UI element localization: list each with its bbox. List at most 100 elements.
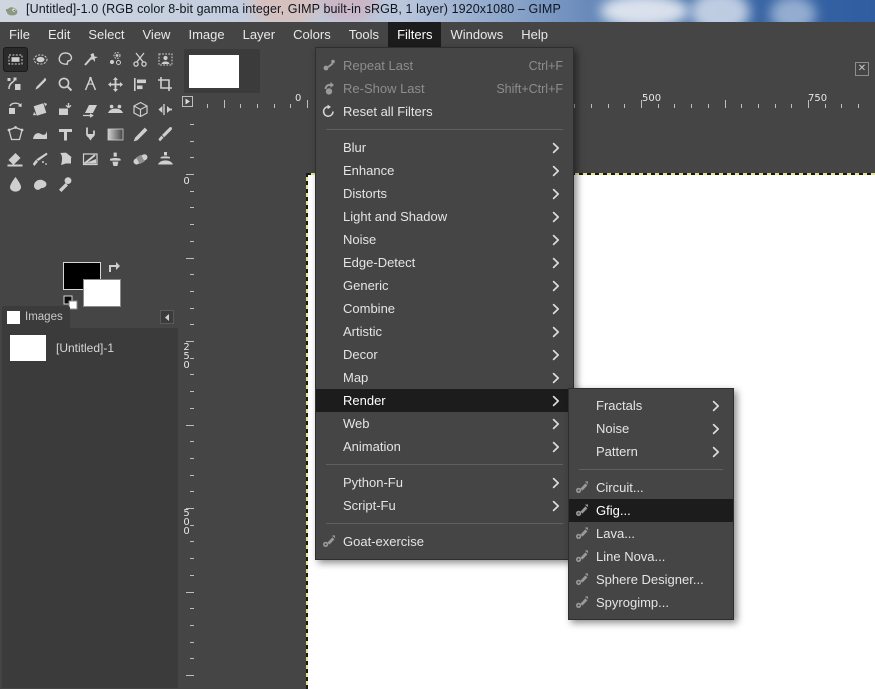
fuzzy-select-tool[interactable] bbox=[78, 47, 103, 72]
menu-item-goat-exercise[interactable]: Goat-exercise bbox=[316, 530, 573, 553]
menu-item-map[interactable]: Map bbox=[316, 366, 573, 389]
image-thumbnail-tab[interactable] bbox=[184, 49, 260, 93]
ink-tool[interactable] bbox=[53, 147, 78, 172]
filter-plugin-icon bbox=[316, 534, 343, 549]
color-picker-tool[interactable] bbox=[28, 72, 53, 97]
perspective-tool[interactable] bbox=[103, 97, 128, 122]
dodge-burn-tool[interactable] bbox=[53, 172, 78, 197]
flip-tool[interactable] bbox=[153, 97, 178, 122]
menu-separator bbox=[579, 469, 723, 470]
clone-tool[interactable] bbox=[103, 147, 128, 172]
menu-item-light-and-shadow[interactable]: Light and Shadow bbox=[316, 205, 573, 228]
scissors-select-tool[interactable] bbox=[128, 47, 153, 72]
menu-item-noise[interactable]: Noise bbox=[569, 417, 733, 440]
menubar-item-help[interactable]: Help bbox=[512, 22, 557, 47]
menubar-item-filters[interactable]: Filters bbox=[388, 22, 442, 47]
bucket-fill-tool[interactable] bbox=[78, 122, 103, 147]
menu-item-reset-all-filters[interactable]: Reset all Filters bbox=[316, 100, 573, 123]
menu-item-web[interactable]: Web bbox=[316, 412, 573, 435]
menu-item-distorts[interactable]: Distorts bbox=[316, 182, 573, 205]
measure-tool[interactable] bbox=[78, 72, 103, 97]
menu-separator bbox=[326, 523, 563, 524]
filters-menu[interactable]: Repeat Last Ctrl+F Re-Show Last Shift+Ctrl+… bbox=[315, 47, 574, 560]
menubar-item-view[interactable]: View bbox=[134, 22, 180, 47]
ruler-label: 750 bbox=[808, 94, 828, 104]
menu-item-circuit[interactable]: Circuit... bbox=[569, 476, 733, 499]
menu-item-gfig[interactable]: Gfig... bbox=[569, 499, 733, 522]
menu-item-python-fu[interactable]: Python-Fu bbox=[316, 471, 573, 494]
render-submenu[interactable]: Fractals Noise Pattern Circuit... Gfig... Lav… bbox=[568, 388, 734, 620]
menubar-item-tools[interactable]: Tools bbox=[340, 22, 388, 47]
menu-item-label: Enhance bbox=[343, 163, 395, 178]
perspective-clone-tool[interactable] bbox=[153, 147, 178, 172]
menu-item-noise[interactable]: Noise bbox=[316, 228, 573, 251]
menubar-item-file[interactable]: File bbox=[0, 22, 39, 47]
handle-transform-tool[interactable] bbox=[53, 97, 78, 122]
warp-transform-tool[interactable] bbox=[28, 122, 53, 147]
mypaint-brush-tool[interactable] bbox=[78, 147, 103, 172]
menu-item-label: Lava... bbox=[596, 526, 636, 541]
menu-item-artistic[interactable]: Artistic bbox=[316, 320, 573, 343]
menu-item-decor[interactable]: Decor bbox=[316, 343, 573, 366]
pencil-tool[interactable] bbox=[128, 122, 153, 147]
move-tool[interactable] bbox=[103, 72, 128, 97]
toolbox-row bbox=[0, 172, 180, 197]
vertical-ruler[interactable]: 0 250 500 bbox=[180, 108, 194, 689]
menu-item-lava[interactable]: Lava... bbox=[569, 522, 733, 545]
crop-tool[interactable] bbox=[153, 72, 178, 97]
gradient-tool[interactable] bbox=[103, 122, 128, 147]
unified-transform-tool[interactable] bbox=[28, 97, 53, 122]
heal-tool[interactable] bbox=[128, 147, 153, 172]
toolbox-row bbox=[0, 147, 180, 172]
menu-item-label: Noise bbox=[596, 421, 630, 436]
menu-item-edge-detect[interactable]: Edge-Detect bbox=[316, 251, 573, 274]
rotate-tool[interactable] bbox=[3, 97, 28, 122]
menu-item-blur[interactable]: Blur bbox=[316, 136, 573, 159]
free-select-tool[interactable] bbox=[53, 47, 78, 72]
paths-tool[interactable] bbox=[3, 72, 28, 97]
eraser-tool[interactable] bbox=[3, 147, 28, 172]
ruler-origin-icon[interactable] bbox=[180, 94, 194, 108]
menu-item-pattern[interactable]: Pattern bbox=[569, 440, 733, 463]
menu-item-sphere-designer[interactable]: Sphere Designer... bbox=[569, 568, 733, 591]
cage-transform-tool[interactable] bbox=[3, 122, 28, 147]
tab-images[interactable]: Images bbox=[2, 306, 70, 328]
menubar-item-image[interactable]: Image bbox=[179, 22, 233, 47]
airbrush-tool[interactable] bbox=[28, 147, 53, 172]
list-item[interactable]: [Untitled]-1 bbox=[2, 334, 178, 362]
smudge-tool[interactable] bbox=[28, 172, 53, 197]
zoom-tool[interactable] bbox=[53, 72, 78, 97]
foreground-select-tool[interactable] bbox=[153, 47, 178, 72]
rectangle-select-tool[interactable] bbox=[3, 47, 28, 72]
ellipse-select-tool[interactable] bbox=[28, 47, 53, 72]
menu-item-generic[interactable]: Generic bbox=[316, 274, 573, 297]
menubar-item-select[interactable]: Select bbox=[79, 22, 133, 47]
close-icon[interactable]: ✕ bbox=[855, 62, 869, 76]
menu-item-spyrogimp[interactable]: Spyrogimp... bbox=[569, 591, 733, 614]
menu-item-enhance[interactable]: Enhance bbox=[316, 159, 573, 182]
menubar-item-edit[interactable]: Edit bbox=[39, 22, 79, 47]
ruler-tick bbox=[186, 257, 194, 259]
select-by-color-tool[interactable] bbox=[103, 47, 128, 72]
3d-transform-tool[interactable] bbox=[128, 97, 153, 122]
menubar-item-windows[interactable]: Windows bbox=[441, 22, 512, 47]
menu-item-line-nova[interactable]: Line Nova... bbox=[569, 545, 733, 568]
menu-item-script-fu[interactable]: Script-Fu bbox=[316, 494, 573, 517]
chevron-right-icon bbox=[709, 446, 723, 458]
text-tool[interactable] bbox=[53, 122, 78, 147]
menu-item-combine[interactable]: Combine bbox=[316, 297, 573, 320]
filter-reset-icon bbox=[316, 104, 343, 119]
menu-item-label: Combine bbox=[343, 301, 396, 316]
dock-menu-icon[interactable] bbox=[160, 310, 174, 324]
menubar-item-colors[interactable]: Colors bbox=[284, 22, 340, 47]
menu-item-render[interactable]: Render bbox=[316, 389, 573, 412]
menu-item-fractals[interactable]: Fractals bbox=[569, 394, 733, 417]
blur-sharpen-tool[interactable] bbox=[3, 172, 28, 197]
paintbrush-tool[interactable] bbox=[153, 122, 178, 147]
shear-tool[interactable] bbox=[78, 97, 103, 122]
window-title: [Untitled]-1.0 (RGB color 8-bit gamma in… bbox=[26, 2, 561, 16]
menu-item-animation[interactable]: Animation bbox=[316, 435, 573, 458]
alignment-tool[interactable] bbox=[128, 72, 153, 97]
menu-item-label: Script-Fu bbox=[343, 498, 396, 513]
menubar-item-layer[interactable]: Layer bbox=[234, 22, 285, 47]
